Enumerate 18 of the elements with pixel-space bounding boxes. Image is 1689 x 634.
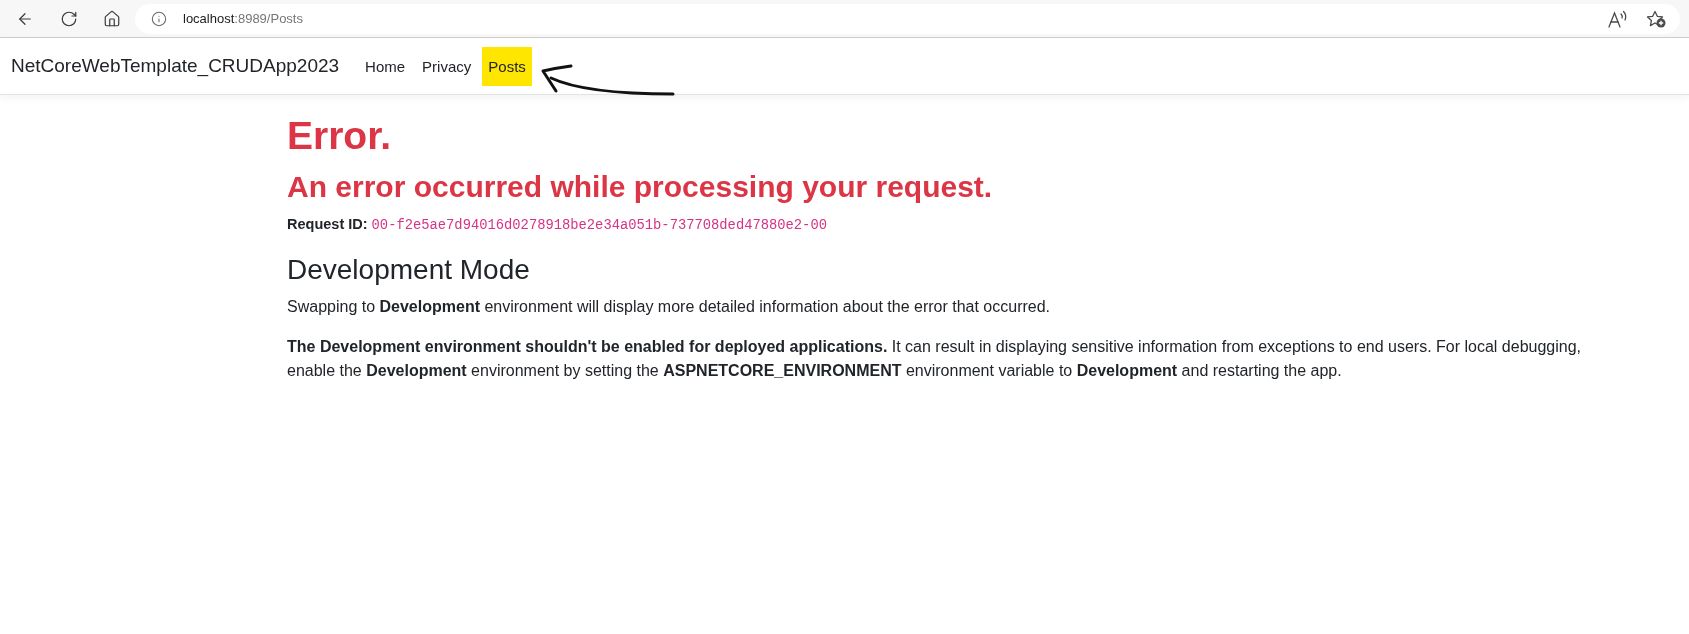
nav-link[interactable]: Home <box>359 46 412 86</box>
star-plus-icon[interactable] <box>1646 9 1666 28</box>
home-icon[interactable] <box>103 9 121 28</box>
info-icon[interactable] <box>151 10 167 27</box>
request-id-code: 00-f2e5ae7d94016d0278918be2e34a051b-737708ded47880e2-00 <box>371 218 827 233</box>
section-heading: Development Mode <box>287 253 531 287</box>
error-title: Error. <box>287 113 393 159</box>
nav-link[interactable]: Posts <box>482 46 532 86</box>
address-field[interactable]: localhost:8989/Posts <box>135 3 1680 34</box>
url-text: localhost:8989/Posts <box>183 11 304 26</box>
nav-link[interactable]: Privacy <box>416 46 478 86</box>
read-aloud-icon[interactable] <box>1608 9 1628 28</box>
paragraph: The Development environment shouldn't be enabled for deployed applications. It can result in displaying sensitive information from exceptions to end users. For local debugging, enable the Development environment by setting the ASPNETCORE_ENVIRONMENT environment variable to Development and restarting the app. <box>287 337 1583 381</box>
error-message: An error occurred while processing your request. <box>287 169 994 205</box>
request-id-label: Request ID: <box>287 216 368 232</box>
brand-link[interactable]: NetCoreWebTemplate_CRUDApp2023 <box>11 55 340 77</box>
reload-icon[interactable] <box>60 9 78 28</box>
paragraph: Swapping to Development environment will display more detailed information about the error that occurred. <box>287 297 1052 317</box>
